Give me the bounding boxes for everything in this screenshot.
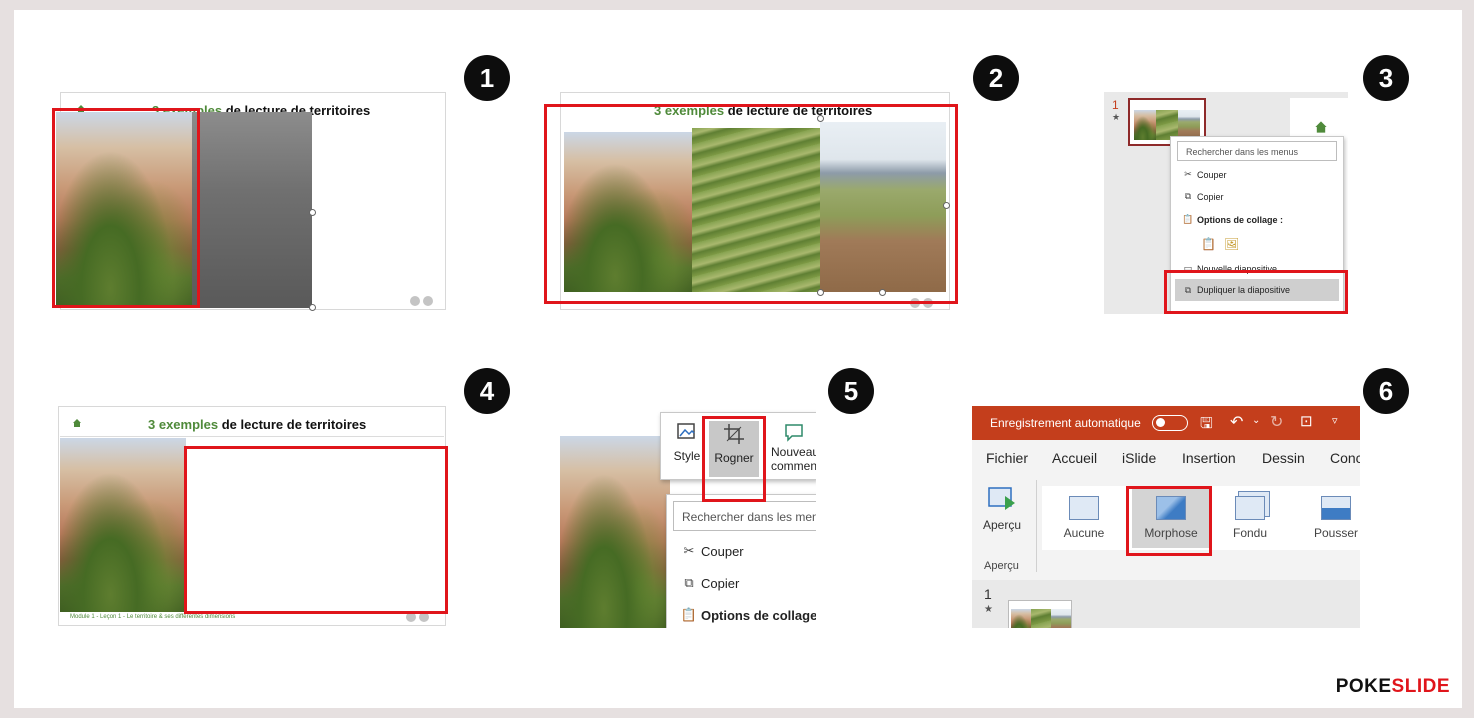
step-badge-2: 2: [973, 55, 1019, 101]
step-badge-1: 1: [464, 55, 510, 101]
ribbon-tabs: Fichier Accueil iSlide Insertion Dessin …: [972, 440, 1360, 474]
resize-handle[interactable]: [309, 209, 316, 216]
menu-item-copy[interactable]: ⧉ Copier: [1179, 191, 1224, 202]
cropped-out-area: [192, 112, 312, 308]
new-comment-button[interactable]: Nouveau commentaire: [771, 421, 816, 473]
context-menu: Rechercher dans les menus ✂Couper ⧉Copie…: [666, 494, 816, 628]
preview-button[interactable]: Aperçu: [982, 486, 1022, 532]
highlight-images-box: [544, 104, 958, 304]
step-badge-5: 5: [828, 368, 874, 414]
copy-icon: ⧉: [684, 575, 694, 590]
panel-step-3: 1 ★ Rechercher dans les menus ✂ Couper ⧉ C…: [1104, 92, 1348, 314]
menu-item-copy[interactable]: ⧉ Copier: [677, 575, 739, 591]
highlight-crop-box: [52, 108, 200, 308]
tab-accueil[interactable]: Accueil: [1052, 450, 1097, 466]
home-icon: [1315, 121, 1327, 133]
tab-dessin[interactable]: Dessin: [1262, 450, 1305, 466]
star-icon: ★: [1112, 112, 1121, 122]
desert-photo: [60, 438, 186, 612]
customize-toolbar-icon[interactable]: ▿: [1332, 414, 1338, 427]
picture-style-icon: [677, 423, 695, 439]
slide-number: 1: [984, 586, 992, 602]
autosave-toggle[interactable]: [1152, 415, 1188, 431]
menu-item-paste-options: 📋 Options de collage: [677, 607, 816, 623]
preview-icon: [988, 487, 1015, 510]
desert-photo: [560, 436, 670, 628]
chevron-down-icon[interactable]: ⌄: [1252, 415, 1260, 426]
menu-search-input[interactable]: Rechercher dans les menus: [673, 501, 816, 531]
home-icon: [73, 419, 81, 427]
paste-keep-format-icon[interactable]: 📋: [1201, 237, 1216, 251]
panel-step-4: 3 exemples de lecture de territoires Mod…: [54, 406, 448, 628]
slide-footer: Module 1 - Leçon 1 - Le territoire & ses…: [70, 614, 236, 620]
panel-step-6: Enregistrement automatique 🖫 ↶ ⌄ ↻ ⊡ ▿ F…: [972, 406, 1360, 628]
step-badge-6: 6: [1363, 368, 1409, 414]
step-badge-3: 3: [1363, 55, 1409, 101]
menu-item-cut[interactable]: ✂ Couper: [1179, 169, 1226, 180]
scissors-icon: ✂: [683, 543, 695, 558]
slide-nav[interactable]: [410, 296, 433, 306]
menu-item-paste-options: 📋 Options de collage :: [1179, 214, 1283, 225]
paste-icon: 📋: [1182, 214, 1194, 224]
transition-push[interactable]: Pousser: [1308, 496, 1360, 540]
title-bar: Enregistrement automatique 🖫 ↶ ⌄ ↻ ⊡ ▿: [972, 406, 1360, 440]
panel-step-1: 3 exemples de lecture de territoires: [52, 92, 446, 312]
highlight-duplicate-box: [1164, 270, 1348, 314]
transition-fade[interactable]: Fondu: [1222, 496, 1278, 540]
panel-step-2: 3 exemples de lecture de territoires: [544, 92, 960, 312]
present-icon[interactable]: ⊡: [1300, 412, 1313, 430]
slide-thumbnail[interactable]: [1008, 600, 1072, 628]
slide-number: 1: [1112, 98, 1119, 112]
tab-islide[interactable]: iSlide: [1122, 450, 1156, 466]
undo-icon[interactable]: ↶: [1230, 412, 1243, 432]
fade-transition-icon: [1235, 496, 1265, 520]
resize-handle[interactable]: [309, 304, 316, 311]
highlight-morph-box: [1126, 486, 1212, 556]
tab-insertion[interactable]: Insertion: [1182, 450, 1236, 466]
menu-search-input[interactable]: Rechercher dans les menus: [1177, 141, 1337, 161]
autosave-label: Enregistrement automatique: [990, 416, 1141, 430]
preview-group-label: Aperçu: [984, 560, 1019, 572]
slide-title: 3 exemples de lecture de territoires: [148, 417, 367, 432]
star-icon: ★: [984, 604, 993, 615]
menu-item-cut[interactable]: ✂ Couper: [677, 543, 744, 559]
highlight-crop-button-box: [702, 416, 766, 502]
paste-picture-icon[interactable]: 🖼: [1224, 237, 1239, 251]
style-button[interactable]: Style: [667, 421, 707, 463]
copy-icon: ⧉: [1184, 191, 1192, 201]
paste-icon: 📋: [680, 607, 698, 622]
pokeslide-logo: POKESLIDE: [1335, 676, 1450, 697]
tutorial-canvas: 3 exemples de lecture de territoires 1 3…: [14, 10, 1462, 708]
step-badge-4: 4: [464, 368, 510, 414]
paste-option-icons[interactable]: 📋 🖼: [1201, 237, 1239, 251]
tab-fichier[interactable]: Fichier: [986, 450, 1028, 466]
panel-step-5: Style Rogner Nouveau commentaire Recherc…: [560, 406, 816, 628]
scissors-icon: ✂: [1184, 169, 1192, 179]
none-transition-icon: [1069, 496, 1099, 520]
highlight-empty-area-box: [184, 446, 448, 614]
comment-icon: [785, 424, 803, 442]
push-transition-icon: [1321, 496, 1351, 520]
save-icon[interactable]: 🖫: [1200, 413, 1213, 438]
transition-none[interactable]: Aucune: [1056, 496, 1112, 540]
redo-icon[interactable]: ↻: [1270, 412, 1283, 432]
tab-conception[interactable]: Conception: [1330, 450, 1360, 466]
